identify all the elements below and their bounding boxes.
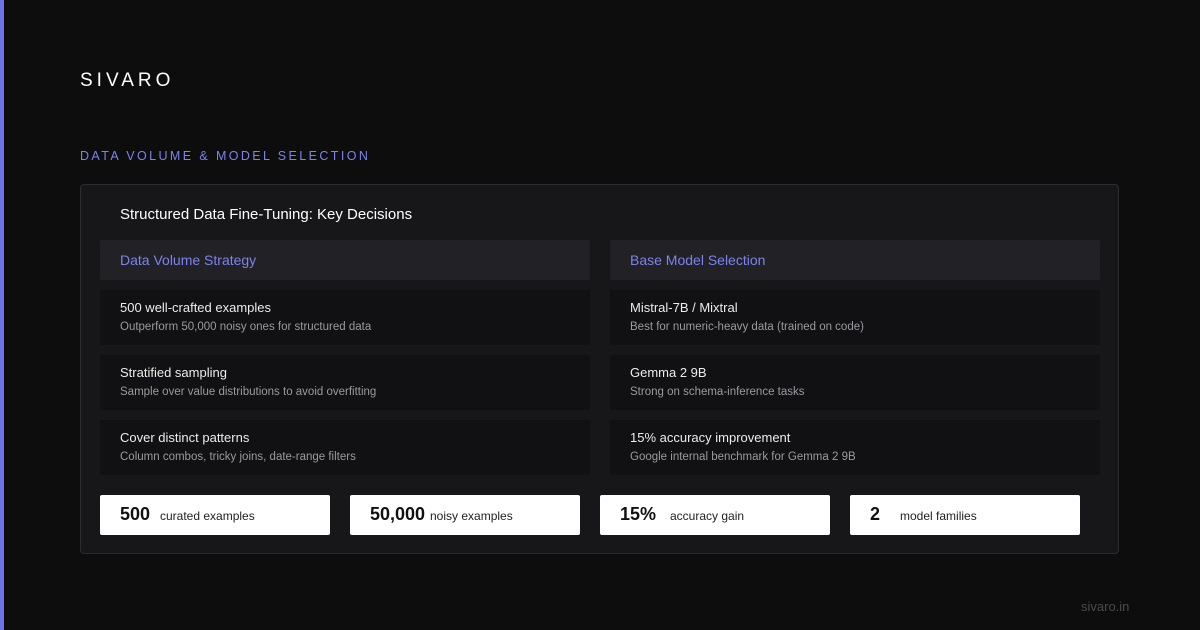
stat-card-models: 2 model families	[850, 495, 1080, 535]
brand-logo: SIVARO	[80, 70, 175, 91]
column-header-base-model: Base Model Selection	[610, 240, 1100, 280]
item-title: Gemma 2 9B	[630, 365, 707, 380]
stat-label: accuracy gain	[670, 509, 745, 523]
item-description: Best for numeric-heavy data (trained on …	[630, 321, 864, 333]
item-title: 500 well-crafted examples	[120, 300, 272, 315]
item-description: Strong on schema-inference tasks	[630, 386, 805, 398]
item-title: Cover distinct patterns	[120, 430, 250, 445]
list-item: 500 well-crafted examples Outperform 50,…	[100, 290, 590, 345]
item-title: 15% accuracy improvement	[630, 430, 791, 445]
stat-card-accuracy: 15% accuracy gain	[600, 495, 830, 535]
stat-value: 15%	[620, 504, 657, 524]
stat-value: 50,000	[370, 504, 426, 524]
card-title: Structured Data Fine-Tuning: Key Decisio…	[120, 206, 413, 223]
list-item: Cover distinct patterns Column combos, t…	[100, 420, 590, 475]
list-item: Gemma 2 9B Strong on schema-inference ta…	[610, 355, 1100, 410]
section-label: DATA VOLUME & MODEL SELECTION	[80, 149, 371, 163]
base-model-column: Base Model Selection Mistral-7B / Mixtra…	[610, 240, 1100, 475]
list-item: Mistral-7B / Mixtral Best for numeric-he…	[610, 290, 1100, 345]
list-item: 15% accuracy improvement Google internal…	[610, 420, 1100, 475]
list-item: Stratified sampling Sample over value di…	[100, 355, 590, 410]
slide: SIVARO DATA VOLUME & MODEL SELECTION Str…	[0, 0, 1200, 630]
decisions-card: Structured Data Fine-Tuning: Key Decisio…	[80, 184, 1119, 554]
stat-label: curated examples	[160, 509, 255, 523]
stat-card-curated: 500 curated examples	[100, 495, 330, 535]
stat-label: noisy examples	[430, 509, 513, 523]
item-description: Sample over value distributions to avoid…	[120, 386, 377, 398]
column-header-data-volume: Data Volume Strategy	[100, 240, 590, 280]
stat-value: 2	[870, 504, 881, 524]
accent-bar	[0, 0, 4, 630]
item-description: Column combos, tricky joins, date-range …	[120, 451, 356, 463]
stat-card-noisy: 50,000 noisy examples	[350, 495, 580, 535]
stat-label: model families	[900, 509, 977, 523]
item-description: Google internal benchmark for Gemma 2 9B	[630, 451, 856, 463]
footer-url: sivaro.in	[1081, 599, 1130, 614]
item-description: Outperform 50,000 noisy ones for structu…	[120, 321, 372, 333]
item-title: Mistral-7B / Mixtral	[630, 300, 738, 315]
item-title: Stratified sampling	[120, 365, 227, 380]
stat-value: 500	[120, 504, 151, 524]
data-volume-column: Data Volume Strategy 500 well-crafted ex…	[100, 240, 590, 475]
